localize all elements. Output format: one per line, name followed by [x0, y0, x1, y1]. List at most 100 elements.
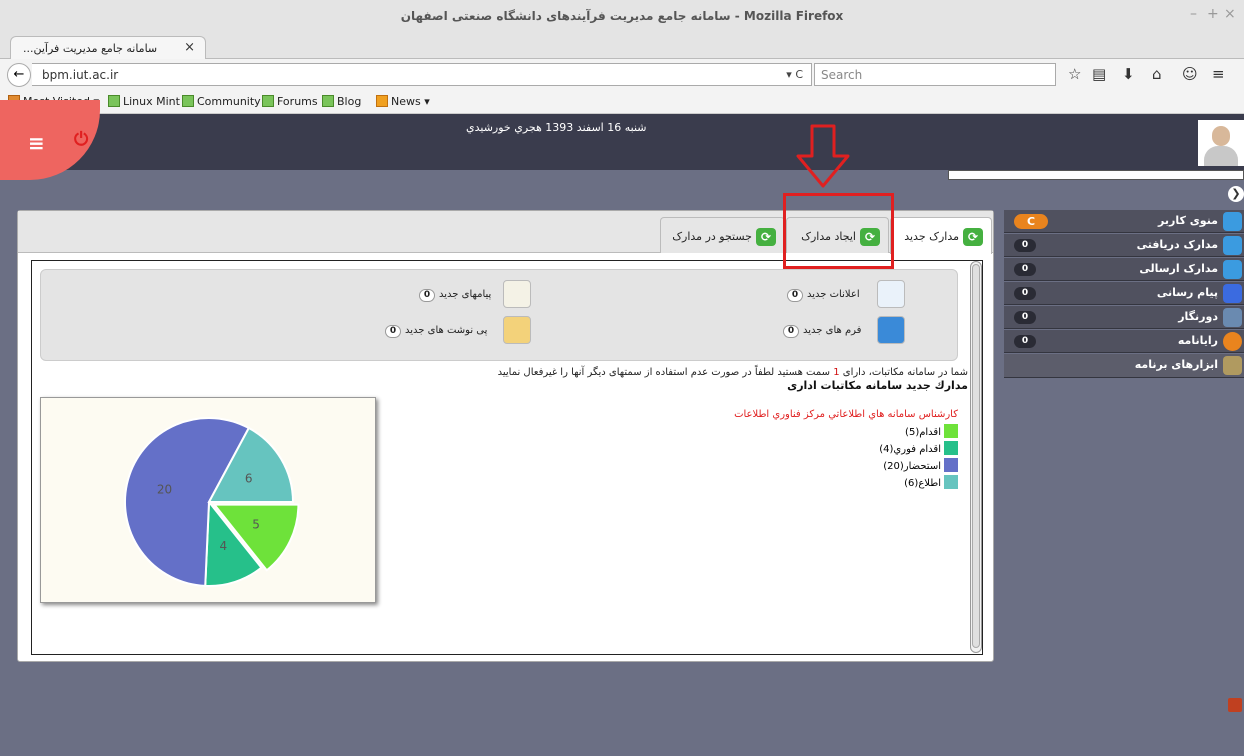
navigation-bar: ← bpm.iut.ac.ir ▾ C Search ☆ ▤ ⬇ ⌂ ☺ ≡	[0, 59, 1244, 91]
hamburger-menu-icon[interactable]: ≡	[28, 131, 45, 155]
side-menu: C منوی کاربر 0 مدارک دریافتی 0 مدارک ارس…	[1004, 210, 1244, 379]
inbox-icon	[1223, 236, 1242, 255]
browser-tab[interactable]: ...سامانه جامع مدیریت فرآین ×	[10, 36, 206, 60]
notices-icon	[877, 280, 905, 308]
search-input[interactable]: Search	[814, 63, 1056, 86]
sidebar-item-email[interactable]: 0 رایانامه	[1004, 330, 1244, 353]
scrollbar-thumb[interactable]	[972, 264, 980, 648]
count-badge: 0	[1014, 287, 1036, 300]
browser-tab-title: ...سامانه جامع مدیریت فرآین	[23, 42, 158, 55]
legend-label: اقدام(5)	[905, 427, 941, 438]
tab-label: مدارک جدید	[904, 230, 959, 243]
down-arrow-annotation	[796, 124, 850, 188]
bookmark-news[interactable]: News ▾	[376, 95, 430, 108]
bookmark-star-icon[interactable]: ☆	[1068, 65, 1081, 83]
tab-search-documents[interactable]: جستجو در مدارک ⟳	[660, 217, 785, 253]
search-placeholder: Search	[821, 68, 863, 82]
pie-slice-value-label: 20	[157, 483, 172, 497]
legend-swatch	[944, 458, 958, 472]
sidebar-item-label: دورنگار	[1178, 310, 1218, 323]
pie-slice-value-label: 6	[245, 471, 253, 485]
bookmark-community[interactable]: Community	[182, 95, 261, 108]
maximize-button[interactable]: +	[1207, 6, 1219, 22]
menu-icon[interactable]: ≡	[1212, 65, 1225, 83]
legend-item: اقدام فوري(4)	[734, 441, 958, 458]
legend-swatch	[944, 424, 958, 438]
vertical-scrollbar[interactable]	[970, 261, 982, 653]
mint-icon	[262, 95, 274, 107]
close-window-button[interactable]: ×	[1224, 6, 1236, 22]
refresh-icon[interactable]: C	[1014, 214, 1048, 229]
legend-label: استحضار(20)	[883, 461, 941, 472]
info-box: 0 اعلانات جدید 0 پیامهای جدید 0 فرم های جدی…	[40, 269, 958, 361]
count-badge: 0	[1014, 263, 1036, 276]
mint-icon	[322, 95, 334, 107]
sidebar-item-messaging[interactable]: 0 پیام رسانی	[1004, 282, 1244, 305]
pie-slice-value-label: 4	[219, 539, 227, 553]
sidebar-item-sent-docs[interactable]: 0 مدارک ارسالی	[1004, 258, 1244, 281]
sidebar-item-user-menu[interactable]: C منوی کاربر	[1004, 210, 1244, 233]
new-notices[interactable]: 0 اعلانات جدید	[787, 289, 860, 302]
reading-list-icon[interactable]: ▤	[1092, 65, 1106, 83]
browser-tab-bar: ...سامانه جامع مدیریت فرآین × +	[0, 32, 1244, 82]
sidebar-item-label: مدارک ارسالی	[1139, 262, 1218, 275]
tab-new-documents[interactable]: مدارک جدید ⟳	[890, 217, 992, 254]
bookmark-linux-mint[interactable]: Linux Mint	[108, 95, 180, 108]
avatar-body	[1204, 146, 1238, 166]
fax-icon	[1223, 308, 1242, 327]
window-title: سامانه جامع مدیریت فرآیندهای دانشگاه صنع…	[400, 9, 844, 23]
avatar-head	[1212, 126, 1230, 146]
corner-widget-icon[interactable]	[1228, 698, 1242, 712]
sidebar-item-app-tools[interactable]: ابزارهای برنامه	[1004, 354, 1244, 378]
sidebar-item-fax[interactable]: 0 دورنگار	[1004, 306, 1244, 329]
chart-legend: کارشناس سامانه هاي اطلاعاتي مرکز فناوري …	[734, 409, 958, 492]
tools-icon	[1223, 356, 1242, 375]
highlight-box	[783, 193, 894, 269]
legend-item: اقدام(5)	[734, 424, 958, 441]
tab-close-icon[interactable]: ×	[184, 40, 195, 55]
home-icon[interactable]: ⌂	[1152, 65, 1162, 83]
mint-icon	[108, 95, 120, 107]
back-button[interactable]: ←	[7, 63, 31, 87]
bookmarks-bar: Most Visited ▾ Linux Mint Community Foru…	[0, 91, 1244, 114]
sidebar-item-label: ابزارهای برنامه	[1134, 358, 1218, 371]
sidebar-item-label: منوی کاربر	[1158, 214, 1218, 227]
count-badge: 0	[1014, 239, 1036, 252]
url-dropdown-reload[interactable]: ▾ C	[786, 68, 803, 81]
mail-icon	[1223, 284, 1242, 303]
legend-item: استحضار(20)	[734, 458, 958, 475]
user-avatar[interactable]	[1198, 120, 1244, 166]
pie-chart-box: 5 4 20 6	[40, 397, 376, 603]
section-title: مدارك جديد سامانه مكاتبات اداری	[787, 379, 968, 392]
rss-icon	[376, 95, 388, 107]
forms-pencil-icon	[877, 316, 905, 344]
count-badge: 0	[1014, 335, 1036, 348]
downloads-icon[interactable]: ⬇	[1122, 65, 1135, 83]
power-logout-icon[interactable]: ⏻	[74, 129, 88, 150]
legend-swatch	[944, 441, 958, 455]
legend-title: کارشناس سامانه هاي اطلاعاتي مرکز فناوري …	[734, 409, 958, 420]
minimize-button[interactable]: –	[1190, 6, 1197, 22]
sidebar-item-received-docs[interactable]: 0 مدارک دریافتی	[1004, 234, 1244, 257]
new-notes[interactable]: 0 پی نوشت های جدید	[385, 325, 487, 338]
outbox-icon	[1223, 260, 1242, 279]
email-at-icon	[1223, 332, 1242, 351]
mint-icon	[182, 95, 194, 107]
legend-label: اقدام فوري(4)	[879, 444, 941, 455]
sidebar-item-label: پیام رسانی	[1156, 286, 1218, 299]
legend-rows: اقدام(5) اقدام فوري(4) استحضار(20) اطلاع(6)	[734, 424, 958, 492]
url-text: bpm.iut.ac.ir	[42, 68, 119, 82]
main-panel: مدارک جدید ⟳ ایجاد مدارک ⟳ جستجو در مدار…	[17, 210, 994, 662]
role-notice-message: شما در سامانه مکاتبات، دارای 1 سمت هستید…	[497, 367, 968, 378]
refresh-arrows-icon: ⟳	[756, 228, 776, 246]
chat-icon[interactable]: ☺	[1182, 65, 1198, 83]
bookmark-blog[interactable]: Blog	[322, 95, 361, 108]
new-messages[interactable]: 0 پیامهای جدید	[419, 289, 491, 302]
url-bar[interactable]: bpm.iut.ac.ir ▾ C	[32, 63, 812, 86]
tab-label: جستجو در مدارک	[672, 230, 752, 243]
bookmark-forums[interactable]: Forums	[262, 95, 318, 108]
collapse-sidebar-icon[interactable]: ❯	[1228, 186, 1244, 202]
new-forms[interactable]: 0 فرم های جدید	[783, 325, 861, 338]
pie-slice-value-label: 5	[252, 518, 260, 532]
refresh-arrows-icon: ⟳	[963, 228, 983, 246]
